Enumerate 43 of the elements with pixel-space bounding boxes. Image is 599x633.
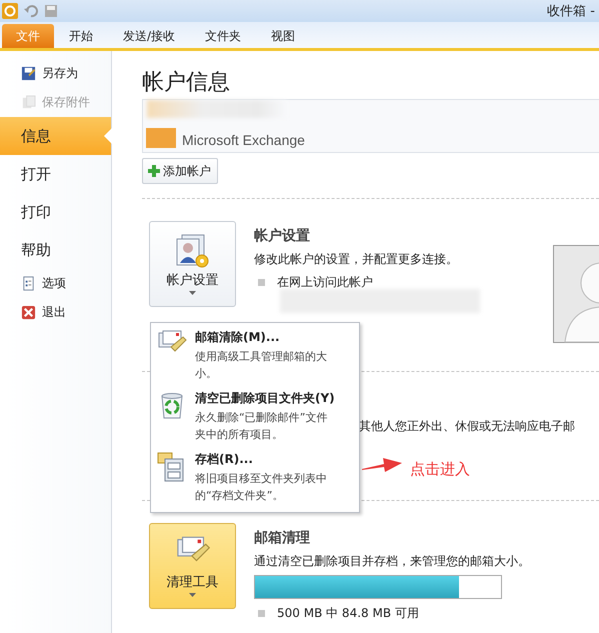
document-icon <box>21 276 36 291</box>
bullet-icon <box>258 610 265 617</box>
add-account-button[interactable]: 添加帐户 <box>142 158 218 184</box>
annotation-text: 点击进入 <box>410 460 470 479</box>
section-description: 修改此帐户的设置，并配置更多连接。 <box>254 251 459 268</box>
section-description: 其他人您正外出、休假或无法响应电子邮 <box>359 419 575 433</box>
web-access-link[interactable]: 在网上访问此帐户 <box>277 274 373 291</box>
arrow-icon <box>362 455 402 475</box>
account-settings-button[interactable]: 帐户设置 <box>149 221 236 307</box>
ribbon-tab[interactable]: 视图 <box>256 24 310 48</box>
menu-item[interactable]: 邮箱清除(M)... 使用高级工具管理邮箱的大小。 <box>151 329 359 382</box>
bullet-icon <box>258 279 265 286</box>
usage-reading: 500 MB 中 84.8 MB 可用 <box>277 605 419 622</box>
caret-icon <box>189 593 196 597</box>
cleanup-tools-button[interactable]: 清理工具 <box>149 523 236 609</box>
ribbon-tab[interactable]: 文件夹 <box>190 24 256 48</box>
account-panel[interactable]: Microsoft Exchange <box>142 99 599 153</box>
undo-icon[interactable] <box>24 4 38 18</box>
menu-item[interactable]: 存档(R)... 将旧项目移至文件夹列表中的“存档文件夹”。 <box>151 451 359 504</box>
section-heading: 帐户设置 <box>254 227 311 245</box>
sidebar-item[interactable]: 打开 <box>0 155 111 193</box>
section-description: 通过清空已删除项目并存档，来管理您的邮箱大小。 <box>254 553 530 570</box>
caret-icon <box>189 291 196 295</box>
files-icon <box>21 95 36 110</box>
app-logo-icon <box>2 3 18 19</box>
account-icon <box>146 128 176 148</box>
window-title: 收件箱 - <box>547 3 596 20</box>
sidebar-item[interactable]: 信息 <box>0 117 111 155</box>
menu-item[interactable]: 清空已删除项目文件夹(Y) 永久删除“已删除邮件”文件夹中的所有项目。 <box>151 390 359 443</box>
sidebar-item[interactable]: 打印 <box>0 193 111 231</box>
save-icon[interactable] <box>44 4 58 18</box>
sidebar-item[interactable]: 退出 <box>0 298 111 327</box>
page-title: 帐户信息 <box>142 69 231 93</box>
section-heading: 邮箱清理 <box>254 529 311 547</box>
plus-icon <box>148 165 160 177</box>
account-type: Microsoft Exchange <box>182 132 305 148</box>
ribbon-tab[interactable]: 开始 <box>54 24 108 48</box>
account-settings-icon <box>174 233 212 269</box>
sidebar-item[interactable]: 选项 <box>0 269 111 298</box>
close-icon <box>21 305 36 320</box>
sidebar-item[interactable]: 帮助 <box>0 231 111 269</box>
ribbon-tab[interactable]: 发送/接收 <box>108 24 190 48</box>
sidebar-item[interactable]: 另存为 <box>0 59 111 88</box>
